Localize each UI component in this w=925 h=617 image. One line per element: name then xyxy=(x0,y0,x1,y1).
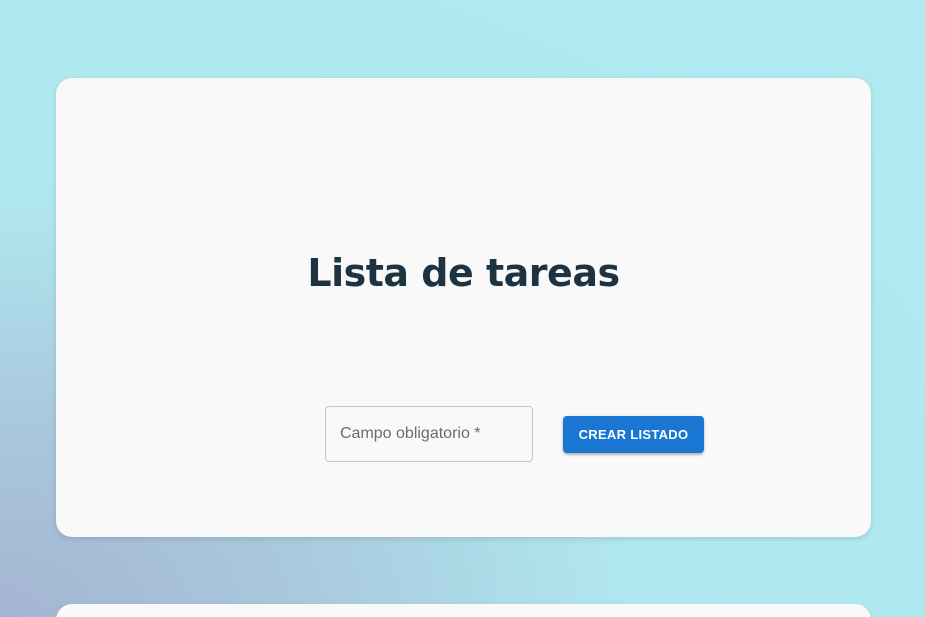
todo-list-card: Lista de tareas CREAR LISTADO xyxy=(56,78,871,537)
required-field-container xyxy=(325,406,533,462)
create-list-button[interactable]: CREAR LISTADO xyxy=(563,416,704,453)
list-name-input[interactable] xyxy=(326,407,532,461)
page-title: Lista de tareas xyxy=(307,251,620,295)
next-card xyxy=(56,604,871,617)
